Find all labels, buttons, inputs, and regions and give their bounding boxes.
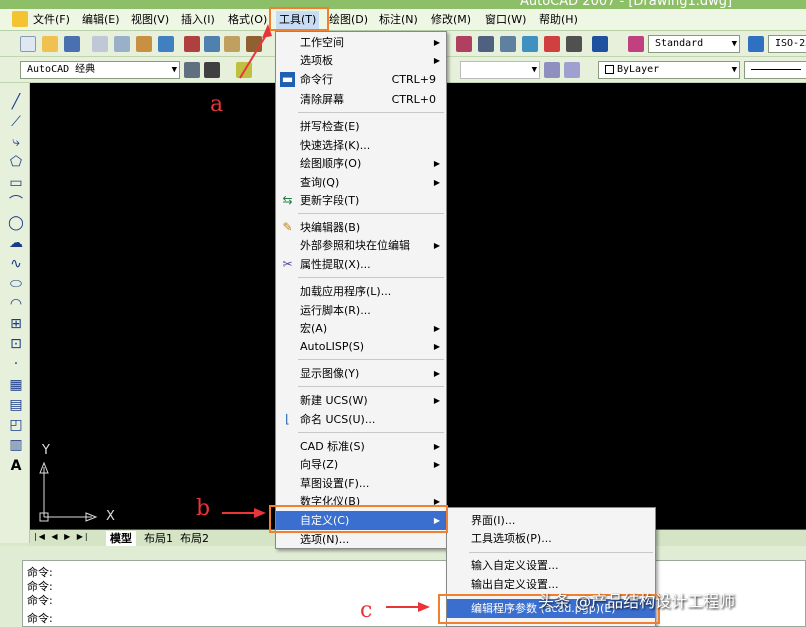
- watermark: 头条 @产品结构设计工程师: [538, 592, 736, 611]
- annotation-arrows: [222, 24, 430, 612]
- annotation-label-b: b: [196, 496, 211, 521]
- annotation-label-c: c: [360, 598, 373, 623]
- annotation-label-a: a: [210, 92, 224, 117]
